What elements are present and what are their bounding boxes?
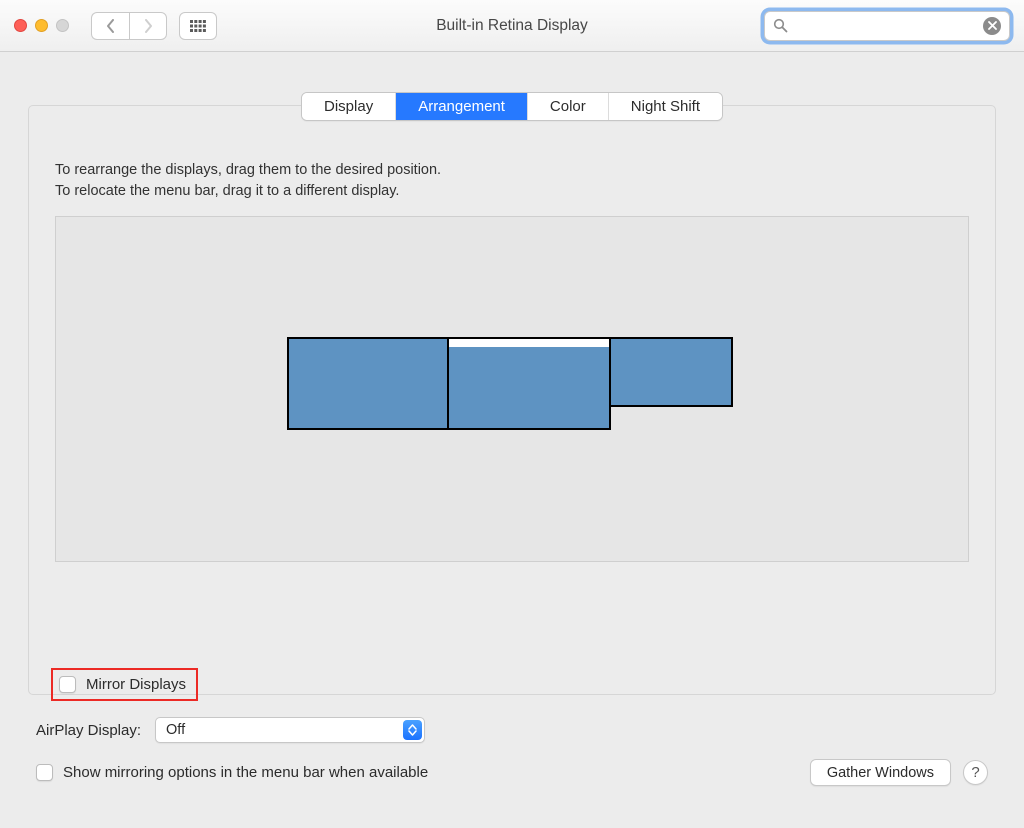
tab-arrangement[interactable]: Arrangement [396, 93, 528, 120]
nav-back-forward [91, 12, 167, 40]
minimize-window-button[interactable] [35, 19, 48, 32]
search-input[interactable] [794, 18, 977, 34]
search-field[interactable] [764, 11, 1010, 41]
forward-button[interactable] [129, 12, 167, 40]
mirror-displays-label: Mirror Displays [86, 676, 186, 693]
clear-search-icon[interactable] [983, 17, 1001, 35]
titlebar: Built-in Retina Display [0, 0, 1024, 52]
show-mirroring-label: Show mirroring options in the menu bar w… [63, 764, 428, 781]
gather-windows-button[interactable]: Gather Windows [810, 759, 951, 786]
instructions-line1: To rearrange the displays, drag them to … [55, 160, 969, 181]
airplay-label: AirPlay Display: [36, 722, 141, 739]
display-2[interactable] [447, 347, 611, 430]
arrangement-panel: To rearrange the displays, drag them to … [28, 105, 996, 695]
mirror-displays-checkbox[interactable] [59, 676, 76, 693]
arrangement-area[interactable] [55, 216, 969, 562]
airplay-value: Off [166, 722, 185, 738]
show-mirroring-checkbox[interactable] [36, 764, 53, 781]
tab-color[interactable]: Color [528, 93, 609, 120]
select-stepper-icon [403, 720, 422, 740]
instructions-line2: To relocate the menu bar, drag it to a d… [55, 181, 969, 202]
airplay-select[interactable]: Off [155, 717, 425, 743]
tab-display[interactable]: Display [302, 93, 396, 120]
help-button[interactable]: ? [963, 760, 988, 785]
window-controls [14, 19, 69, 32]
zoom-window-button [56, 19, 69, 32]
display-1[interactable] [287, 337, 449, 430]
tab-night-shift[interactable]: Night Shift [609, 93, 722, 120]
back-button[interactable] [91, 12, 129, 40]
close-window-button[interactable] [14, 19, 27, 32]
tab-bar: Display Arrangement Color Night Shift [301, 92, 723, 121]
instructions: To rearrange the displays, drag them to … [55, 160, 969, 202]
search-icon [773, 18, 788, 33]
display-3[interactable] [609, 337, 733, 407]
show-all-prefs-button[interactable] [179, 12, 217, 40]
mirror-displays-row: Mirror Displays [51, 668, 198, 701]
